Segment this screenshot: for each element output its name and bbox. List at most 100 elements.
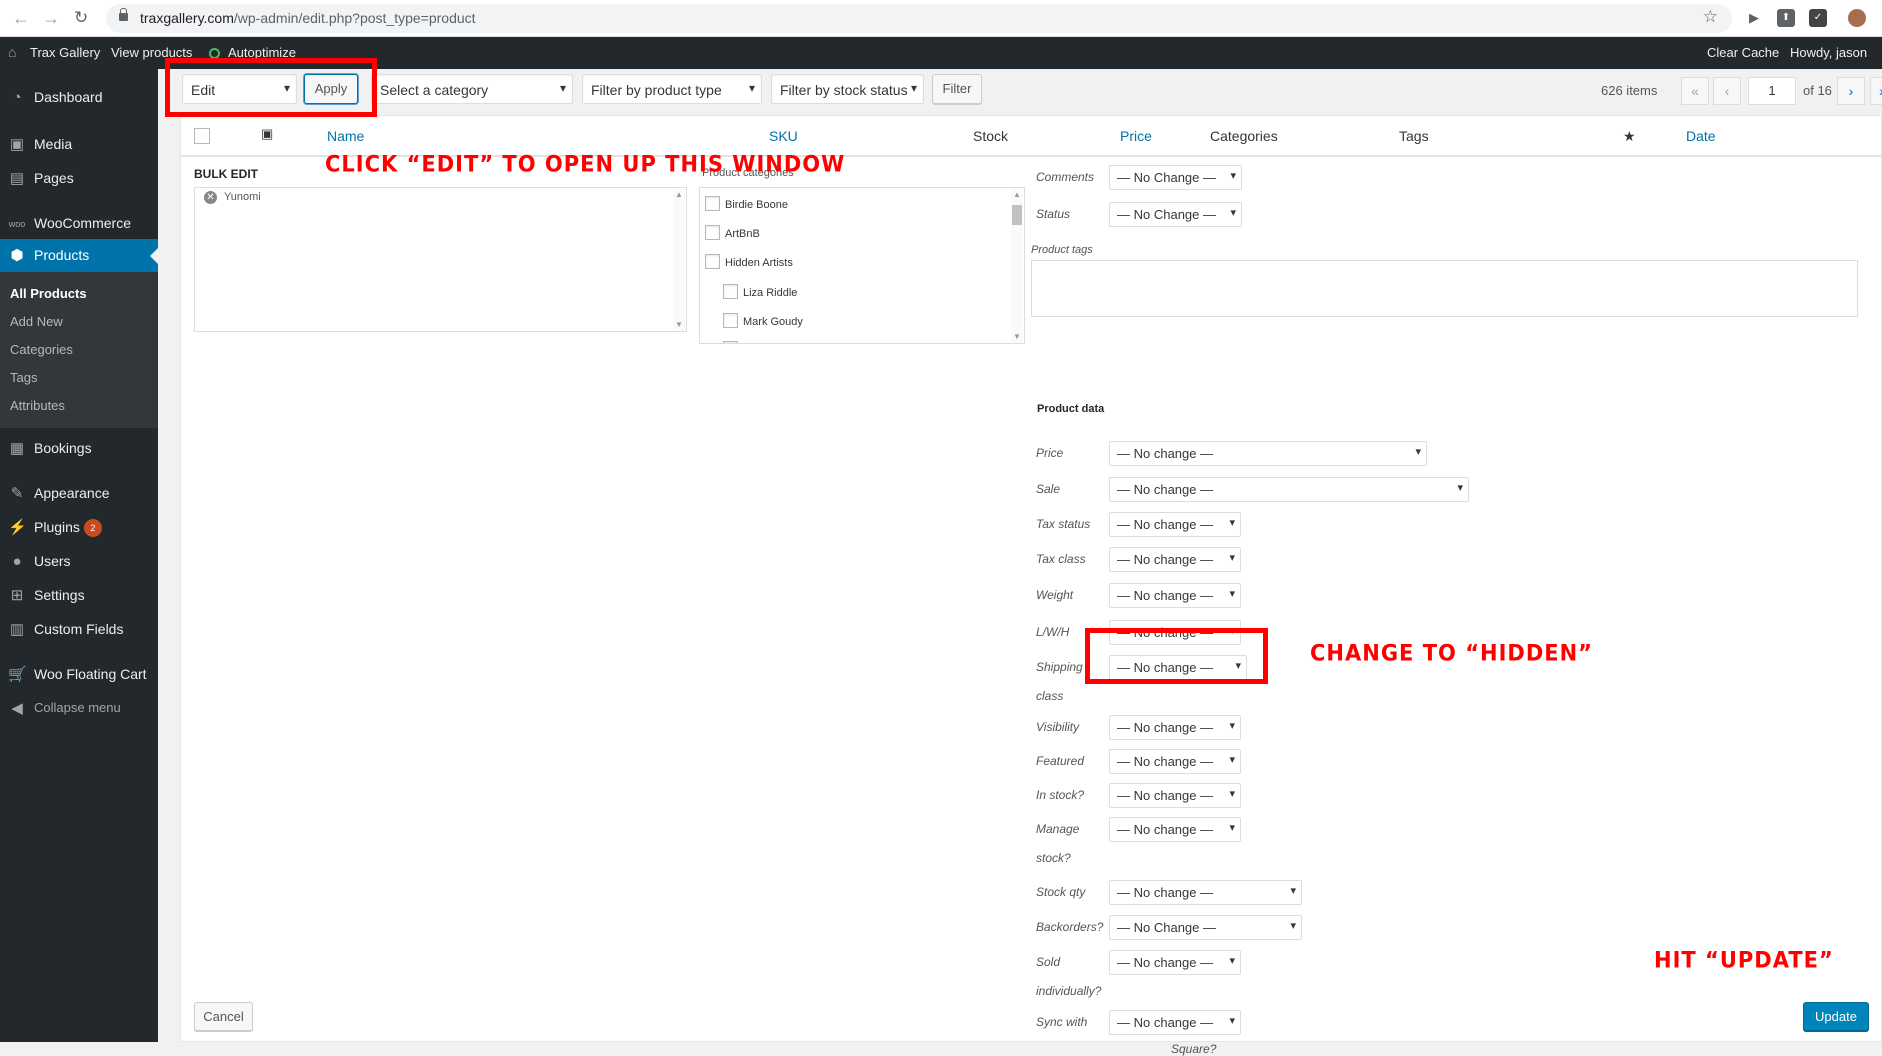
first-page-button[interactable]: « [1681,77,1709,105]
site-name-link[interactable]: Trax Gallery [30,45,100,60]
extension-icon[interactable]: ✓ [1809,9,1827,27]
checkbox[interactable] [723,284,738,299]
arrow-left-icon[interactable]: ← [12,8,30,28]
clear-cache-link[interactable]: Clear Cache [1707,45,1779,60]
manage-stock-select[interactable]: — No change — [1109,817,1241,842]
bulk-action-select[interactable]: Edit [182,74,297,104]
category-item[interactable]: Liza Riddle [723,284,797,299]
reload-icon[interactable]: ↻ [74,8,88,28]
sidebar-item-custom-fields[interactable]: ▥ Custom Fields [0,613,158,647]
sidebar-item-settings[interactable]: ⊞ Settings [0,579,158,613]
sync-square-label: Sync with [1036,1015,1088,1029]
comments-select[interactable]: — No Change — [1109,165,1242,190]
sold-individually-select[interactable]: — No change — [1109,950,1241,975]
submenu-tags[interactable]: Tags [10,370,37,385]
in-stock-select[interactable]: — No change — [1109,783,1241,808]
checkbox[interactable] [705,225,720,240]
sale-label: Sale [1036,482,1061,496]
shipping-class-label: Shipping [1036,660,1083,674]
howdy-link[interactable]: Howdy, jason [1790,45,1867,60]
star-icon[interactable]: ☆ [1703,7,1718,27]
sidebar-item-products[interactable]: ⬢ Products [0,239,158,273]
column-price[interactable]: Price [1120,128,1152,144]
update-button[interactable]: Update [1803,1002,1869,1031]
cancel-button[interactable]: Cancel [194,1002,253,1031]
extension-icon[interactable]: ⬆ [1777,9,1795,27]
home-icon[interactable]: ⌂ [8,44,16,60]
category-item[interactable]: Birdie Boone [705,196,788,211]
price-select[interactable]: — No change — [1109,441,1427,466]
sidebar-item-woocommerce[interactable]: woo WooCommerce [0,207,158,241]
update-count-badge: 2 [83,519,102,537]
featured-select[interactable]: — No change — [1109,749,1241,774]
sidebar-item-pages[interactable]: ▤ Pages [0,162,158,196]
sync-square-select[interactable]: — No change — [1109,1010,1241,1035]
sidebar-item-users[interactable]: ● Users [0,545,158,579]
profile-avatar[interactable] [1848,9,1866,27]
status-select[interactable]: — No Change — [1109,202,1242,227]
checkbox[interactable] [705,196,720,211]
next-page-button[interactable]: › [1837,77,1865,105]
cart-icon: 🛒 [8,666,27,683]
last-page-button[interactable]: » [1870,77,1882,105]
address-bar[interactable]: traxgallery.com/wp-admin/edit.php?post_t… [106,4,1732,33]
column-name[interactable]: Name [327,128,364,144]
checkbox[interactable] [705,254,720,269]
submenu-add-new[interactable]: Add New [10,314,63,329]
sidebar-item-bookings[interactable]: ▦ Bookings [0,432,158,466]
lock-icon [119,8,128,21]
backorders-label: Backorders? [1036,920,1104,934]
scrollbar[interactable]: ▲ ▼ [1011,189,1023,342]
category-item[interactable]: ArtBnB [705,225,760,240]
backorders-select[interactable]: — No Change — [1109,915,1302,940]
sidebar-item-appearance[interactable]: ✎ Appearance [0,477,158,511]
star-icon[interactable]: ★ [1623,128,1636,145]
categories-checklist: Birdie Boone ArtBnB Hidden Artists Liza … [699,187,1025,344]
scrollbar[interactable]: ▲ ▼ [673,189,685,330]
visibility-select[interactable]: — No change — [1109,715,1241,740]
select-all-checkbox[interactable] [194,128,210,144]
plugin-icon: ⚡ [8,519,27,536]
product-type-select[interactable]: Filter by product type [582,74,762,104]
sidebar-item-plugins[interactable]: ⚡ Plugins 2 [0,511,158,545]
submenu-attributes[interactable]: Attributes [10,398,65,413]
filter-button[interactable]: Filter [932,74,982,104]
users-icon: ● [12,553,22,570]
sidebar-item-dashboard[interactable]: ◔ Dashboard [0,81,158,115]
column-sku[interactable]: SKU [769,128,798,144]
remove-icon[interactable]: ✕ [204,191,217,204]
lwh-select[interactable]: — No change — [1109,620,1241,645]
products-submenu: All Products Add New Categories Tags Att… [0,272,158,428]
product-tags-label: Product tags [1031,244,1093,256]
prev-page-button[interactable]: ‹ [1713,77,1741,105]
current-page-input[interactable]: 1 [1748,77,1796,105]
shipping-class-select[interactable]: — No change — [1109,655,1247,680]
arrow-right-icon[interactable]: → [42,8,60,28]
category-item[interactable]: Mark Goudy [723,313,803,328]
browser-toolbar: ← → ↻ traxgallery.com/wp-admin/edit.php?… [0,0,1882,37]
collapse-menu-button[interactable]: ◀ Collapse menu [0,692,158,726]
sale-select[interactable]: — No change — [1109,477,1469,502]
media-icon: ▣ [9,136,25,153]
sidebar-item-woo-floating-cart[interactable]: 🛒 Woo Floating Cart [0,658,158,692]
column-date[interactable]: Date [1686,128,1716,144]
tax-status-select[interactable]: — No change — [1109,512,1241,537]
stock-status-select[interactable]: Filter by stock status [771,74,924,104]
product-tags-textarea[interactable] [1031,260,1858,317]
stock-qty-select[interactable]: — No change — [1109,880,1302,905]
weight-select[interactable]: — No change — [1109,583,1241,608]
submenu-all-products[interactable]: All Products [10,286,87,301]
submenu-categories[interactable]: Categories [10,342,73,357]
sidebar-item-media[interactable]: ▣ Media [0,128,158,162]
category-select[interactable]: Select a category [371,74,573,104]
category-item[interactable]: Hidden Artists [705,254,793,269]
tax-class-select[interactable]: — No change — [1109,547,1241,572]
view-products-link[interactable]: View products [111,45,192,60]
apply-button[interactable]: Apply [304,74,358,104]
tax-status-label: Tax status [1036,517,1091,531]
featured-label: Featured [1036,754,1085,768]
checkbox[interactable] [723,313,738,328]
total-pages: of 16 [1803,83,1832,98]
extension-icon[interactable]: ▶ [1745,9,1763,27]
autoptimize-link[interactable]: Autoptimize [228,45,296,60]
